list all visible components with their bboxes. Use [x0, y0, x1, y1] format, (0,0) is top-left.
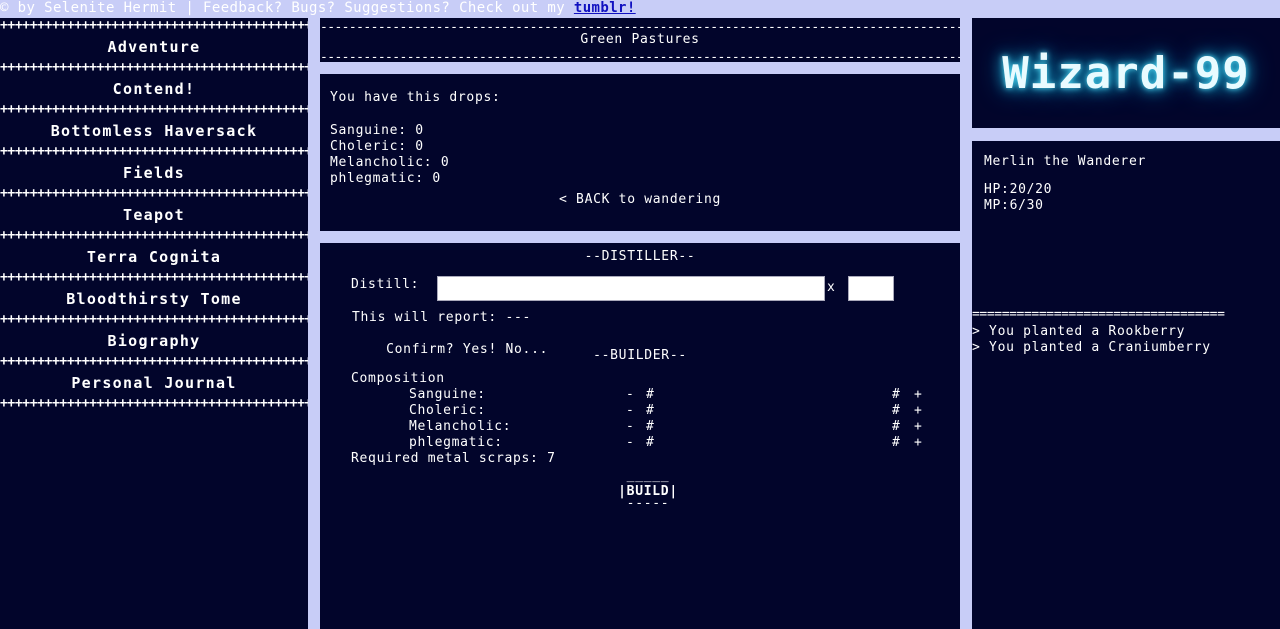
slider-max-marker: #: [892, 435, 901, 450]
composition-row-label: Choleric:: [409, 403, 486, 418]
nav-item-adventure[interactable]: Adventure: [0, 34, 308, 60]
nav-divider: ++++++++++++++++++++++++++++++++++++++++…: [0, 144, 308, 159]
log-separator: ==================================: [972, 308, 1225, 321]
nav-item-teapot[interactable]: Teapot: [0, 202, 308, 228]
slider-min-marker: #: [646, 419, 655, 434]
report-text: This will report: ---: [352, 310, 532, 325]
composition-label: Composition: [351, 371, 445, 386]
nav-divider: ++++++++++++++++++++++++++++++++++++++++…: [0, 18, 308, 33]
nav-item-biography[interactable]: Biography: [0, 328, 308, 354]
workshop-panel: --DISTILLER-- Distill: x This will repor…: [320, 243, 960, 629]
nav-divider: ++++++++++++++++++++++++++++++++++++++++…: [0, 228, 308, 243]
log-entry: > You planted a Rookberry: [972, 324, 1186, 339]
slider-min-marker: #: [646, 435, 655, 450]
nav-list: ++++++++++++++++++++++++++++++++++++++++…: [0, 18, 308, 412]
nav-item-fields[interactable]: Fields: [0, 160, 308, 186]
builder-heading: --BUILDER--: [593, 348, 687, 363]
nav-divider: ++++++++++++++++++++++++++++++++++++++++…: [0, 396, 308, 411]
composition-row-label: phlegmatic:: [409, 435, 503, 450]
slider-min-marker: #: [646, 387, 655, 402]
increment-button[interactable]: +: [914, 435, 923, 450]
character-panel: Merlin the Wanderer HP:20/20 MP:6/30 ===…: [972, 141, 1280, 629]
increment-button[interactable]: +: [914, 387, 923, 402]
credits-bar: © by Selenite Hermit | Feedback? Bugs? S…: [0, 0, 1280, 18]
tumblr-link[interactable]: tumblr!: [574, 0, 636, 16]
game-logo: Wizard-99: [1002, 47, 1250, 99]
decrement-button[interactable]: -: [626, 403, 635, 418]
build-button-top: _____: [626, 468, 670, 483]
composition-row-label: Sanguine:: [409, 387, 486, 402]
slider-max-marker: #: [892, 419, 901, 434]
nav-divider: ++++++++++++++++++++++++++++++++++++++++…: [0, 186, 308, 201]
location-header: ----------------------------------------…: [320, 18, 960, 64]
distill-label: Distill:: [351, 277, 420, 292]
drops-panel: You have this drops: Sanguine: 0 Choleri…: [320, 74, 960, 231]
drop-choleric: Choleric: 0: [330, 139, 424, 154]
drop-phlegmatic: phlegmatic: 0: [330, 171, 441, 186]
slider-min-marker: #: [646, 403, 655, 418]
nav-divider: ++++++++++++++++++++++++++++++++++++++++…: [0, 270, 308, 285]
times-sign: x: [827, 280, 836, 295]
drop-melancholic: Melancholic: 0: [330, 155, 450, 170]
decrement-button[interactable]: -: [626, 387, 635, 402]
nav-divider: ++++++++++++++++++++++++++++++++++++++++…: [0, 312, 308, 327]
nav-panel: ++++++++++++++++++++++++++++++++++++++++…: [0, 18, 308, 629]
mp-readout: MP:6/30: [984, 198, 1044, 213]
nav-divider: ++++++++++++++++++++++++++++++++++++++++…: [0, 102, 308, 117]
required-scraps: Required metal scraps: 7: [351, 451, 556, 466]
nav-divider: ++++++++++++++++++++++++++++++++++++++++…: [0, 354, 308, 369]
decrement-button[interactable]: -: [626, 435, 635, 450]
nav-item-terra-cognita[interactable]: Terra Cognita: [0, 244, 308, 270]
back-to-wandering-link[interactable]: < BACK to wandering: [320, 192, 960, 207]
character-name: Merlin the Wanderer: [984, 154, 1147, 169]
nav-item-contend[interactable]: Contend!: [0, 76, 308, 102]
quantity-input[interactable]: [848, 276, 894, 301]
distill-input[interactable]: [437, 276, 825, 301]
nav-divider: ++++++++++++++++++++++++++++++++++++++++…: [0, 60, 308, 75]
log-entry: > You planted a Craniumberry: [972, 340, 1211, 355]
credits-text: © by Selenite Hermit | Feedback? Bugs? S…: [0, 0, 574, 16]
decrement-button[interactable]: -: [626, 419, 635, 434]
logo-panel: Wizard-99: [972, 18, 1280, 128]
drops-intro: You have this drops:: [330, 90, 501, 105]
location-title: Green Pastures: [580, 32, 700, 47]
nav-item-bloodthirsty-tome[interactable]: Bloodthirsty Tome: [0, 286, 308, 312]
slider-max-marker: #: [892, 403, 901, 418]
composition-row-label: Melancholic:: [409, 419, 512, 434]
hp-readout: HP:20/20: [984, 182, 1053, 197]
slider-max-marker: #: [892, 387, 901, 402]
nav-item-personal-journal[interactable]: Personal Journal: [0, 370, 308, 396]
distiller-heading: --DISTILLER--: [584, 249, 696, 264]
increment-button[interactable]: +: [914, 403, 923, 418]
drop-sanguine: Sanguine: 0: [330, 123, 424, 138]
location-bottom-border: ----------------------------------------…: [320, 51, 960, 64]
build-button-bottom: -----: [626, 496, 670, 511]
increment-button[interactable]: +: [914, 419, 923, 434]
nav-item-bottomless-haversack[interactable]: Bottomless Haversack: [0, 118, 308, 144]
